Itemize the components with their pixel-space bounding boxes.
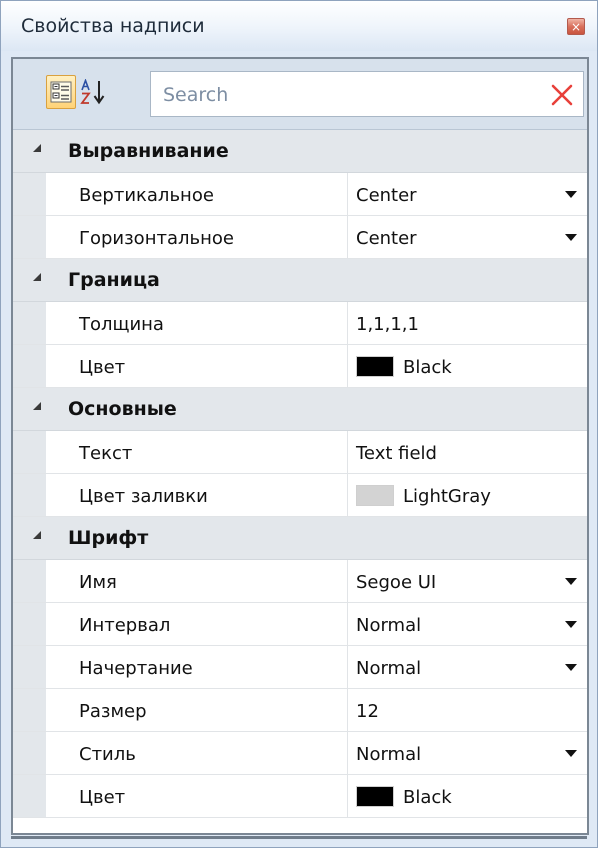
property-value: Center bbox=[356, 228, 417, 249]
dropdown-arrow-icon[interactable] bbox=[565, 750, 577, 757]
property-grid-panel: ВыравниваниеВертикальноеCenterГоризонтал… bbox=[11, 57, 589, 835]
property-value: Black bbox=[403, 357, 452, 378]
property-row[interactable]: Размер 12 bbox=[13, 689, 587, 732]
property-row[interactable]: Толщина 1,1,1,1 bbox=[13, 302, 587, 345]
property-value-cell[interactable]: Normal bbox=[347, 646, 587, 688]
collapse-triangle-icon[interactable] bbox=[31, 400, 43, 412]
close-button[interactable]: × bbox=[567, 18, 585, 35]
property-row[interactable]: Начертание Normal bbox=[13, 646, 587, 689]
categorized-icon bbox=[50, 81, 72, 103]
property-row[interactable]: Текст Text field bbox=[13, 431, 587, 474]
search-input[interactable] bbox=[161, 72, 525, 118]
category-row[interactable]: Граница bbox=[13, 259, 587, 302]
property-value-cell[interactable]: Black bbox=[347, 345, 587, 387]
color-swatch bbox=[356, 485, 394, 506]
panel-bottom-border bbox=[11, 836, 587, 839]
collapse-triangle-icon[interactable] bbox=[31, 271, 43, 283]
property-grid: Выравнивание Вертикальное Center Горизонтал… bbox=[13, 130, 587, 818]
dropdown-arrow-icon[interactable] bbox=[565, 191, 577, 198]
property-name: Интервал bbox=[79, 615, 171, 636]
clear-x-icon[interactable] bbox=[549, 82, 575, 108]
property-row[interactable]: Цвет заливки LightGray bbox=[13, 474, 587, 517]
category-label: Основные bbox=[68, 398, 177, 420]
collapse-triangle-icon[interactable] bbox=[31, 142, 43, 154]
category-row[interactable]: Основные bbox=[13, 388, 587, 431]
dropdown-arrow-icon[interactable] bbox=[565, 234, 577, 241]
property-name: Цвет bbox=[79, 357, 126, 378]
property-value: 12 bbox=[356, 701, 379, 722]
title-bar: Свойства надписи × bbox=[1, 1, 597, 51]
property-value: Normal bbox=[356, 744, 422, 765]
property-value: Center bbox=[356, 185, 417, 206]
color-swatch bbox=[356, 786, 394, 807]
property-row[interactable]: Стиль Normal bbox=[13, 732, 587, 775]
property-name: Стиль bbox=[79, 744, 136, 765]
alphabetical-sort-button[interactable] bbox=[79, 75, 109, 109]
category-label: Выравнивание bbox=[68, 140, 229, 162]
property-name: Цвет bbox=[79, 787, 126, 808]
dropdown-arrow-icon[interactable] bbox=[565, 664, 577, 671]
property-name: Текст bbox=[79, 443, 133, 464]
property-name: Имя bbox=[79, 572, 117, 593]
property-value: LightGray bbox=[403, 486, 491, 507]
property-value-cell[interactable]: Center bbox=[347, 216, 587, 258]
property-value-cell[interactable]: Center bbox=[347, 173, 587, 215]
category-label: Граница bbox=[68, 269, 160, 291]
window-title: Свойства надписи bbox=[21, 15, 205, 37]
property-value-cell[interactable]: 1,1,1,1 bbox=[347, 302, 587, 344]
dropdown-arrow-icon[interactable] bbox=[565, 578, 577, 585]
property-value: Black bbox=[403, 787, 452, 808]
property-row[interactable]: Интервал Normal bbox=[13, 603, 587, 646]
property-name: Начертание bbox=[79, 658, 193, 679]
property-name: Цвет заливки bbox=[79, 486, 208, 507]
categorized-view-button[interactable] bbox=[46, 75, 76, 109]
properties-window: Свойства надписи × Search Выравнивание В… bbox=[0, 0, 598, 848]
property-name: Горизонтальное bbox=[79, 228, 234, 249]
property-value: Text field bbox=[356, 443, 437, 464]
property-value: Normal bbox=[356, 658, 422, 679]
color-swatch bbox=[356, 356, 394, 377]
property-value-cell[interactable]: Segoe UI bbox=[347, 560, 587, 602]
category-label: Шрифт bbox=[68, 527, 149, 549]
property-value: 1,1,1,1 bbox=[356, 314, 419, 335]
category-row[interactable]: Выравнивание bbox=[13, 130, 587, 173]
property-value: Segoe UI bbox=[356, 572, 437, 593]
property-value-cell[interactable]: LightGray bbox=[347, 474, 587, 516]
property-name: Толщина bbox=[79, 314, 164, 335]
search-box bbox=[150, 71, 584, 118]
property-value-cell[interactable]: Text field bbox=[347, 431, 587, 473]
property-name: Размер bbox=[79, 701, 147, 722]
property-value-cell[interactable]: Normal bbox=[347, 732, 587, 774]
property-row[interactable]: Вертикальное Center bbox=[13, 173, 587, 216]
property-name: Вертикальное bbox=[79, 185, 214, 206]
category-row[interactable]: Шрифт bbox=[13, 517, 587, 560]
property-grid-toolbar bbox=[13, 59, 587, 130]
property-value-cell[interactable]: Black bbox=[347, 775, 587, 817]
property-row[interactable]: Горизонтальное Center bbox=[13, 216, 587, 259]
dropdown-arrow-icon[interactable] bbox=[565, 621, 577, 628]
collapse-triangle-icon[interactable] bbox=[31, 529, 43, 541]
property-row[interactable]: Цвет Black bbox=[13, 345, 587, 388]
property-value-cell[interactable]: Normal bbox=[347, 603, 587, 645]
property-row[interactable]: Имя Segoe UI bbox=[13, 560, 587, 603]
property-value-cell[interactable]: 12 bbox=[347, 689, 587, 731]
sort-az-icon bbox=[80, 79, 105, 105]
property-value: Normal bbox=[356, 615, 422, 636]
property-row[interactable]: Цвет Black bbox=[13, 775, 587, 818]
